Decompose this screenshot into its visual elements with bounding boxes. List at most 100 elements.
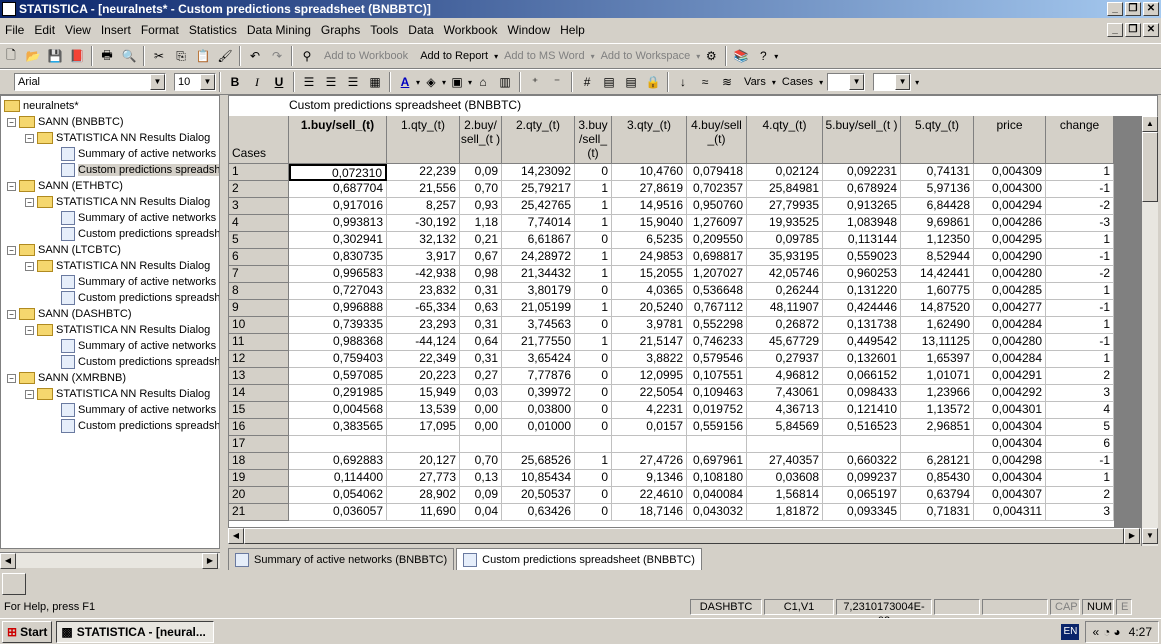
collapse-icon[interactable]: − — [25, 389, 34, 399]
table-cell[interactable]: 0,004309 — [974, 164, 1046, 181]
table-cell[interactable]: 1,62490 — [901, 317, 974, 334]
table-cell[interactable]: 1,65397 — [901, 351, 974, 368]
row-header[interactable]: 13 — [229, 368, 289, 385]
table-cell[interactable]: 0,036057 — [289, 504, 387, 521]
table-cell[interactable]: 1 — [1046, 351, 1114, 368]
menu-format[interactable]: Format — [136, 23, 184, 37]
table-cell[interactable]: 5,84569 — [747, 419, 823, 436]
table-cell[interactable]: 1 — [1046, 283, 1114, 300]
tray-icon[interactable]: ◔ — [1103, 625, 1110, 639]
table-cell[interactable]: 1,083948 — [823, 215, 901, 232]
table-cell[interactable]: 0,678924 — [823, 181, 901, 198]
table-cell[interactable]: 20,223 — [387, 368, 460, 385]
taskbar-item-statistica[interactable]: ▩ STATISTICA - [neural... — [56, 620, 215, 643]
table-cell[interactable]: 0,209550 — [687, 232, 747, 249]
table-cell[interactable]: 0,019752 — [687, 402, 747, 419]
table-cell[interactable]: 0 — [575, 351, 612, 368]
table-cell[interactable]: 0 — [575, 164, 612, 181]
table-cell[interactable]: 1,18 — [460, 215, 502, 232]
menu-statistics[interactable]: Statistics — [184, 23, 242, 37]
table-cell[interactable]: 25,84981 — [747, 181, 823, 198]
table-edit-icon[interactable]: ▤ — [621, 72, 641, 92]
table-cell[interactable]: 1 — [1046, 164, 1114, 181]
italic-button[interactable]: I — [247, 72, 267, 92]
table-cell[interactable]: 20,5240 — [612, 300, 687, 317]
table-cell[interactable]: 3 — [1046, 504, 1114, 521]
tree-dialog[interactable]: − STATISTICA NN Results Dialog — [25, 130, 210, 146]
table-cell[interactable]: 1 — [575, 300, 612, 317]
table-cell[interactable]: 0,698817 — [687, 249, 747, 266]
tree-dialog[interactable]: − STATISTICA NN Results Dialog — [25, 322, 210, 338]
table-cell[interactable]: 3,9781 — [612, 317, 687, 334]
column-header[interactable]: 2.qty_(t) — [502, 116, 575, 164]
table-cell[interactable]: 4,36713 — [747, 402, 823, 419]
table-cell[interactable]: 18,7146 — [612, 504, 687, 521]
table-cell[interactable]: 0,066152 — [823, 368, 901, 385]
underline-button[interactable]: U — [269, 72, 289, 92]
table-cell[interactable]: 21,05199 — [502, 300, 575, 317]
table-cell[interactable]: 0,004304 — [974, 419, 1046, 436]
table-cell[interactable]: 27,773 — [387, 470, 460, 487]
table-cell[interactable]: 0,132601 — [823, 351, 901, 368]
table-cell[interactable]: 0,004277 — [974, 300, 1046, 317]
table-cell[interactable]: 0,536648 — [687, 283, 747, 300]
table-cell[interactable] — [502, 436, 575, 453]
font-color-dropdown-icon[interactable]: ▾ — [416, 78, 420, 87]
row-header[interactable]: 2 — [229, 181, 289, 198]
language-indicator[interactable]: EN — [1061, 623, 1080, 640]
table-cell[interactable]: 1 — [1046, 232, 1114, 249]
table-cell[interactable]: 1 — [575, 198, 612, 215]
chevron-down-icon[interactable]: ▼ — [150, 74, 165, 90]
books-icon[interactable]: 📚 — [731, 46, 751, 66]
table-cell[interactable]: 7,77876 — [502, 368, 575, 385]
table-cell[interactable]: -1 — [1046, 300, 1114, 317]
redo-icon[interactable]: ↷ — [267, 46, 287, 66]
table-cell[interactable]: 0 — [575, 470, 612, 487]
table-cell[interactable]: 21,5147 — [612, 334, 687, 351]
row-header[interactable]: 4 — [229, 215, 289, 232]
table-cell[interactable]: 32,132 — [387, 232, 460, 249]
table-cell[interactable]: 0,004290 — [974, 249, 1046, 266]
scroll-up-icon[interactable]: ▲ — [1142, 116, 1158, 132]
table-cell[interactable]: 6,5235 — [612, 232, 687, 249]
table-cell[interactable]: 23,832 — [387, 283, 460, 300]
table-cell[interactable]: 1,276097 — [687, 215, 747, 232]
bold-button[interactable]: B — [225, 72, 245, 92]
table-cell[interactable]: 0,597085 — [289, 368, 387, 385]
vars-button[interactable]: Vars — [738, 76, 772, 88]
row-header[interactable]: 14 — [229, 385, 289, 402]
collapse-icon[interactable]: − — [25, 325, 34, 335]
table-cell[interactable]: 3,65424 — [502, 351, 575, 368]
table-cell[interactable]: 0,39972 — [502, 385, 575, 402]
fill-color-dropdown-icon[interactable]: ▾ — [442, 78, 446, 87]
column-header[interactable]: 3.qty_(t) — [612, 116, 687, 164]
lock-icon[interactable]: 🔒 — [643, 72, 663, 92]
table-cell[interactable]: 0,960253 — [823, 266, 901, 283]
table-cell[interactable]: 0,09 — [460, 164, 502, 181]
table-cell[interactable]: 0,040084 — [687, 487, 747, 504]
table-cell[interactable]: 0,739335 — [289, 317, 387, 334]
scroll-right-icon[interactable]: ▶ — [202, 553, 218, 569]
table-cell[interactable]: 8,257 — [387, 198, 460, 215]
table-cell[interactable]: 1,207027 — [687, 266, 747, 283]
table-cell[interactable]: 1 — [575, 453, 612, 470]
table-cell[interactable]: -1 — [1046, 453, 1114, 470]
table-cell[interactable]: 21,77550 — [502, 334, 575, 351]
table-cell[interactable]: 6,61867 — [502, 232, 575, 249]
table-cell[interactable]: 0,746233 — [687, 334, 747, 351]
table-cell[interactable]: 0,993813 — [289, 215, 387, 232]
table-cell[interactable]: 0,516523 — [823, 419, 901, 436]
table-cell[interactable]: 1,01071 — [901, 368, 974, 385]
table-cell[interactable]: 0,004301 — [974, 402, 1046, 419]
row-header[interactable]: 16 — [229, 419, 289, 436]
table-cell[interactable]: 0,687704 — [289, 181, 387, 198]
table-cell[interactable]: 5,97136 — [901, 181, 974, 198]
table-cell[interactable] — [612, 436, 687, 453]
add-to-workbook-button[interactable]: Add to Workbook — [318, 50, 414, 62]
table-cell[interactable]: 0 — [575, 283, 612, 300]
menu-file[interactable]: File — [0, 23, 29, 37]
table-cell[interactable] — [823, 436, 901, 453]
column-header[interactable]: 1.buy/sell_(t) — [289, 116, 387, 164]
chevron-down-icon[interactable]: ▼ — [849, 74, 865, 90]
row-header[interactable]: 10 — [229, 317, 289, 334]
